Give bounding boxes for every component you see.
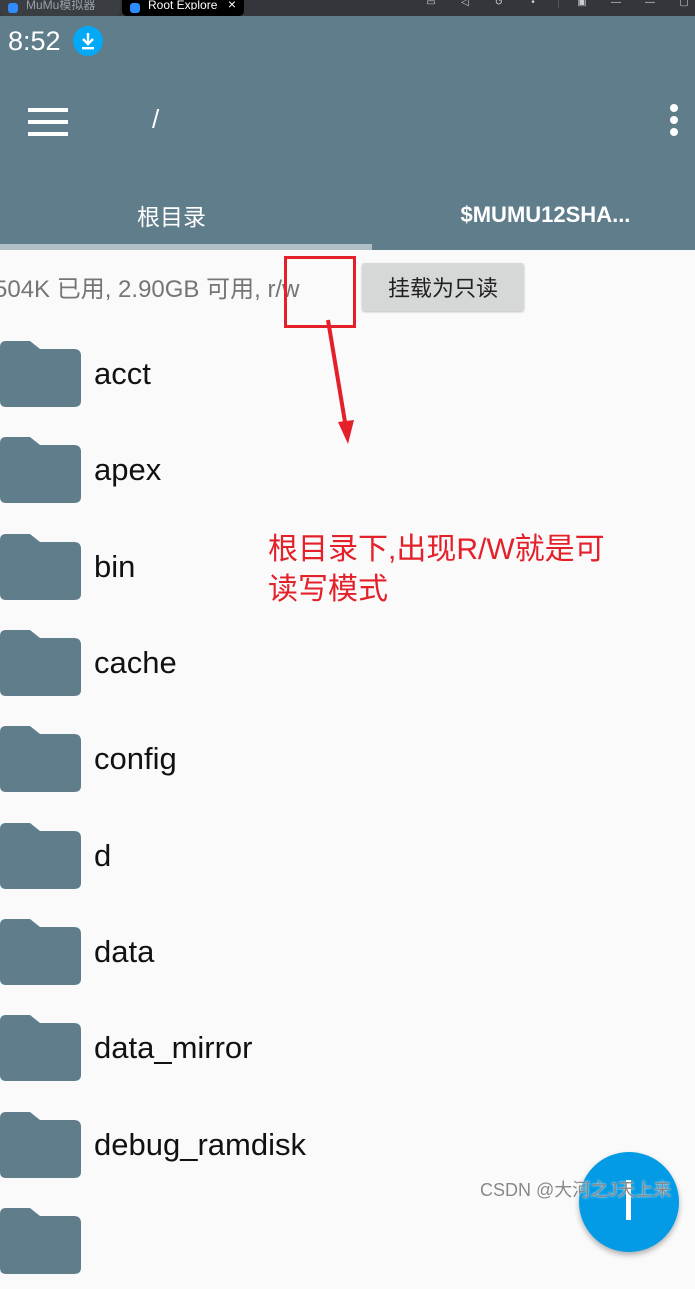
file-name: data [94,934,154,970]
file-name: cache [94,645,177,681]
watermark: CSDN @大河之J天上来 [480,1176,671,1202]
more-icon[interactable]: • [522,0,544,10]
mumu-app-icon [8,3,18,13]
minimize-icon[interactable]: — [639,0,661,10]
folder-icon [0,1110,82,1180]
storage-info-text: 504K 已用, 2.90GB 可用, r/w [0,269,299,304]
folder-icon [0,532,82,602]
list-item[interactable]: cache [0,615,695,711]
rotate-icon[interactable]: ↺ [488,0,510,10]
active-tab-indicator [0,244,372,250]
file-name: acct [94,356,151,392]
tab-label: 根目录 [137,198,206,232]
root-explorer-app-icon [130,3,140,13]
file-name: bin [94,549,135,585]
maximize-icon[interactable]: ▢ [673,0,695,10]
tab-root[interactable]: 根目录 [0,180,372,250]
file-name: d [94,838,111,874]
download-icon [73,26,103,56]
screenshot-icon[interactable]: ▣ [571,0,593,10]
folder-icon [0,821,82,891]
host-tab-label: MuMu模拟器 [26,0,96,10]
mount-read-only-button[interactable]: 挂载为只读 [362,263,524,311]
close-tab-icon[interactable]: × [228,0,236,12]
annotation-arrow-icon [310,310,370,450]
folder-icon [0,339,82,409]
keyboard-icon[interactable]: ▭ [420,0,442,10]
folder-icon [0,1206,82,1276]
divider [558,0,559,8]
list-item[interactable]: data_mirror [0,1000,695,1096]
host-tab-root-explorer[interactable]: Root Explorer × [122,0,244,16]
tab-label: $MUMU12SHA... [461,202,631,228]
list-item[interactable]: d [0,807,695,903]
annotation-text: 根目录下,出现R/W就是可读写模式 [268,530,628,610]
file-name: apex [94,452,161,488]
host-tab-mumu[interactable]: MuMu模拟器 [0,0,120,16]
list-item[interactable]: data [0,904,695,1000]
settings-icon[interactable]: — [605,0,627,10]
file-list: acct apex bin cache config d data data_m… [0,326,695,1289]
tab-mumu-shared[interactable]: $MUMU12SHA... [372,180,695,250]
location-tabs: 根目录 $MUMU12SHA... [0,180,695,250]
android-status-bar: 8:52 [0,16,695,66]
app-toolbar: / [0,66,695,180]
list-item[interactable]: config [0,711,695,807]
folder-icon [0,628,82,698]
host-window-titlebar: MuMu模拟器 Root Explorer × ▭ ◁ ↺ • ▣ — — ▢ [0,0,695,16]
current-path-title: / [152,104,159,135]
more-vert-icon[interactable] [667,104,681,140]
folder-icon [0,917,82,987]
folder-icon [0,724,82,794]
folder-icon [0,1013,82,1083]
hamburger-menu-icon[interactable] [28,108,68,136]
file-name: debug_ramdisk [94,1127,306,1163]
volume-icon[interactable]: ◁ [454,0,476,10]
folder-icon [0,435,82,505]
file-name: config [94,741,177,777]
host-window-controls: ▭ ◁ ↺ • ▣ — — ▢ [408,0,695,16]
host-tab-label: Root Explorer [148,0,218,10]
file-name: data_mirror [94,1030,253,1066]
status-time: 8:52 [8,26,61,57]
floating-action-button[interactable] [579,1152,679,1252]
